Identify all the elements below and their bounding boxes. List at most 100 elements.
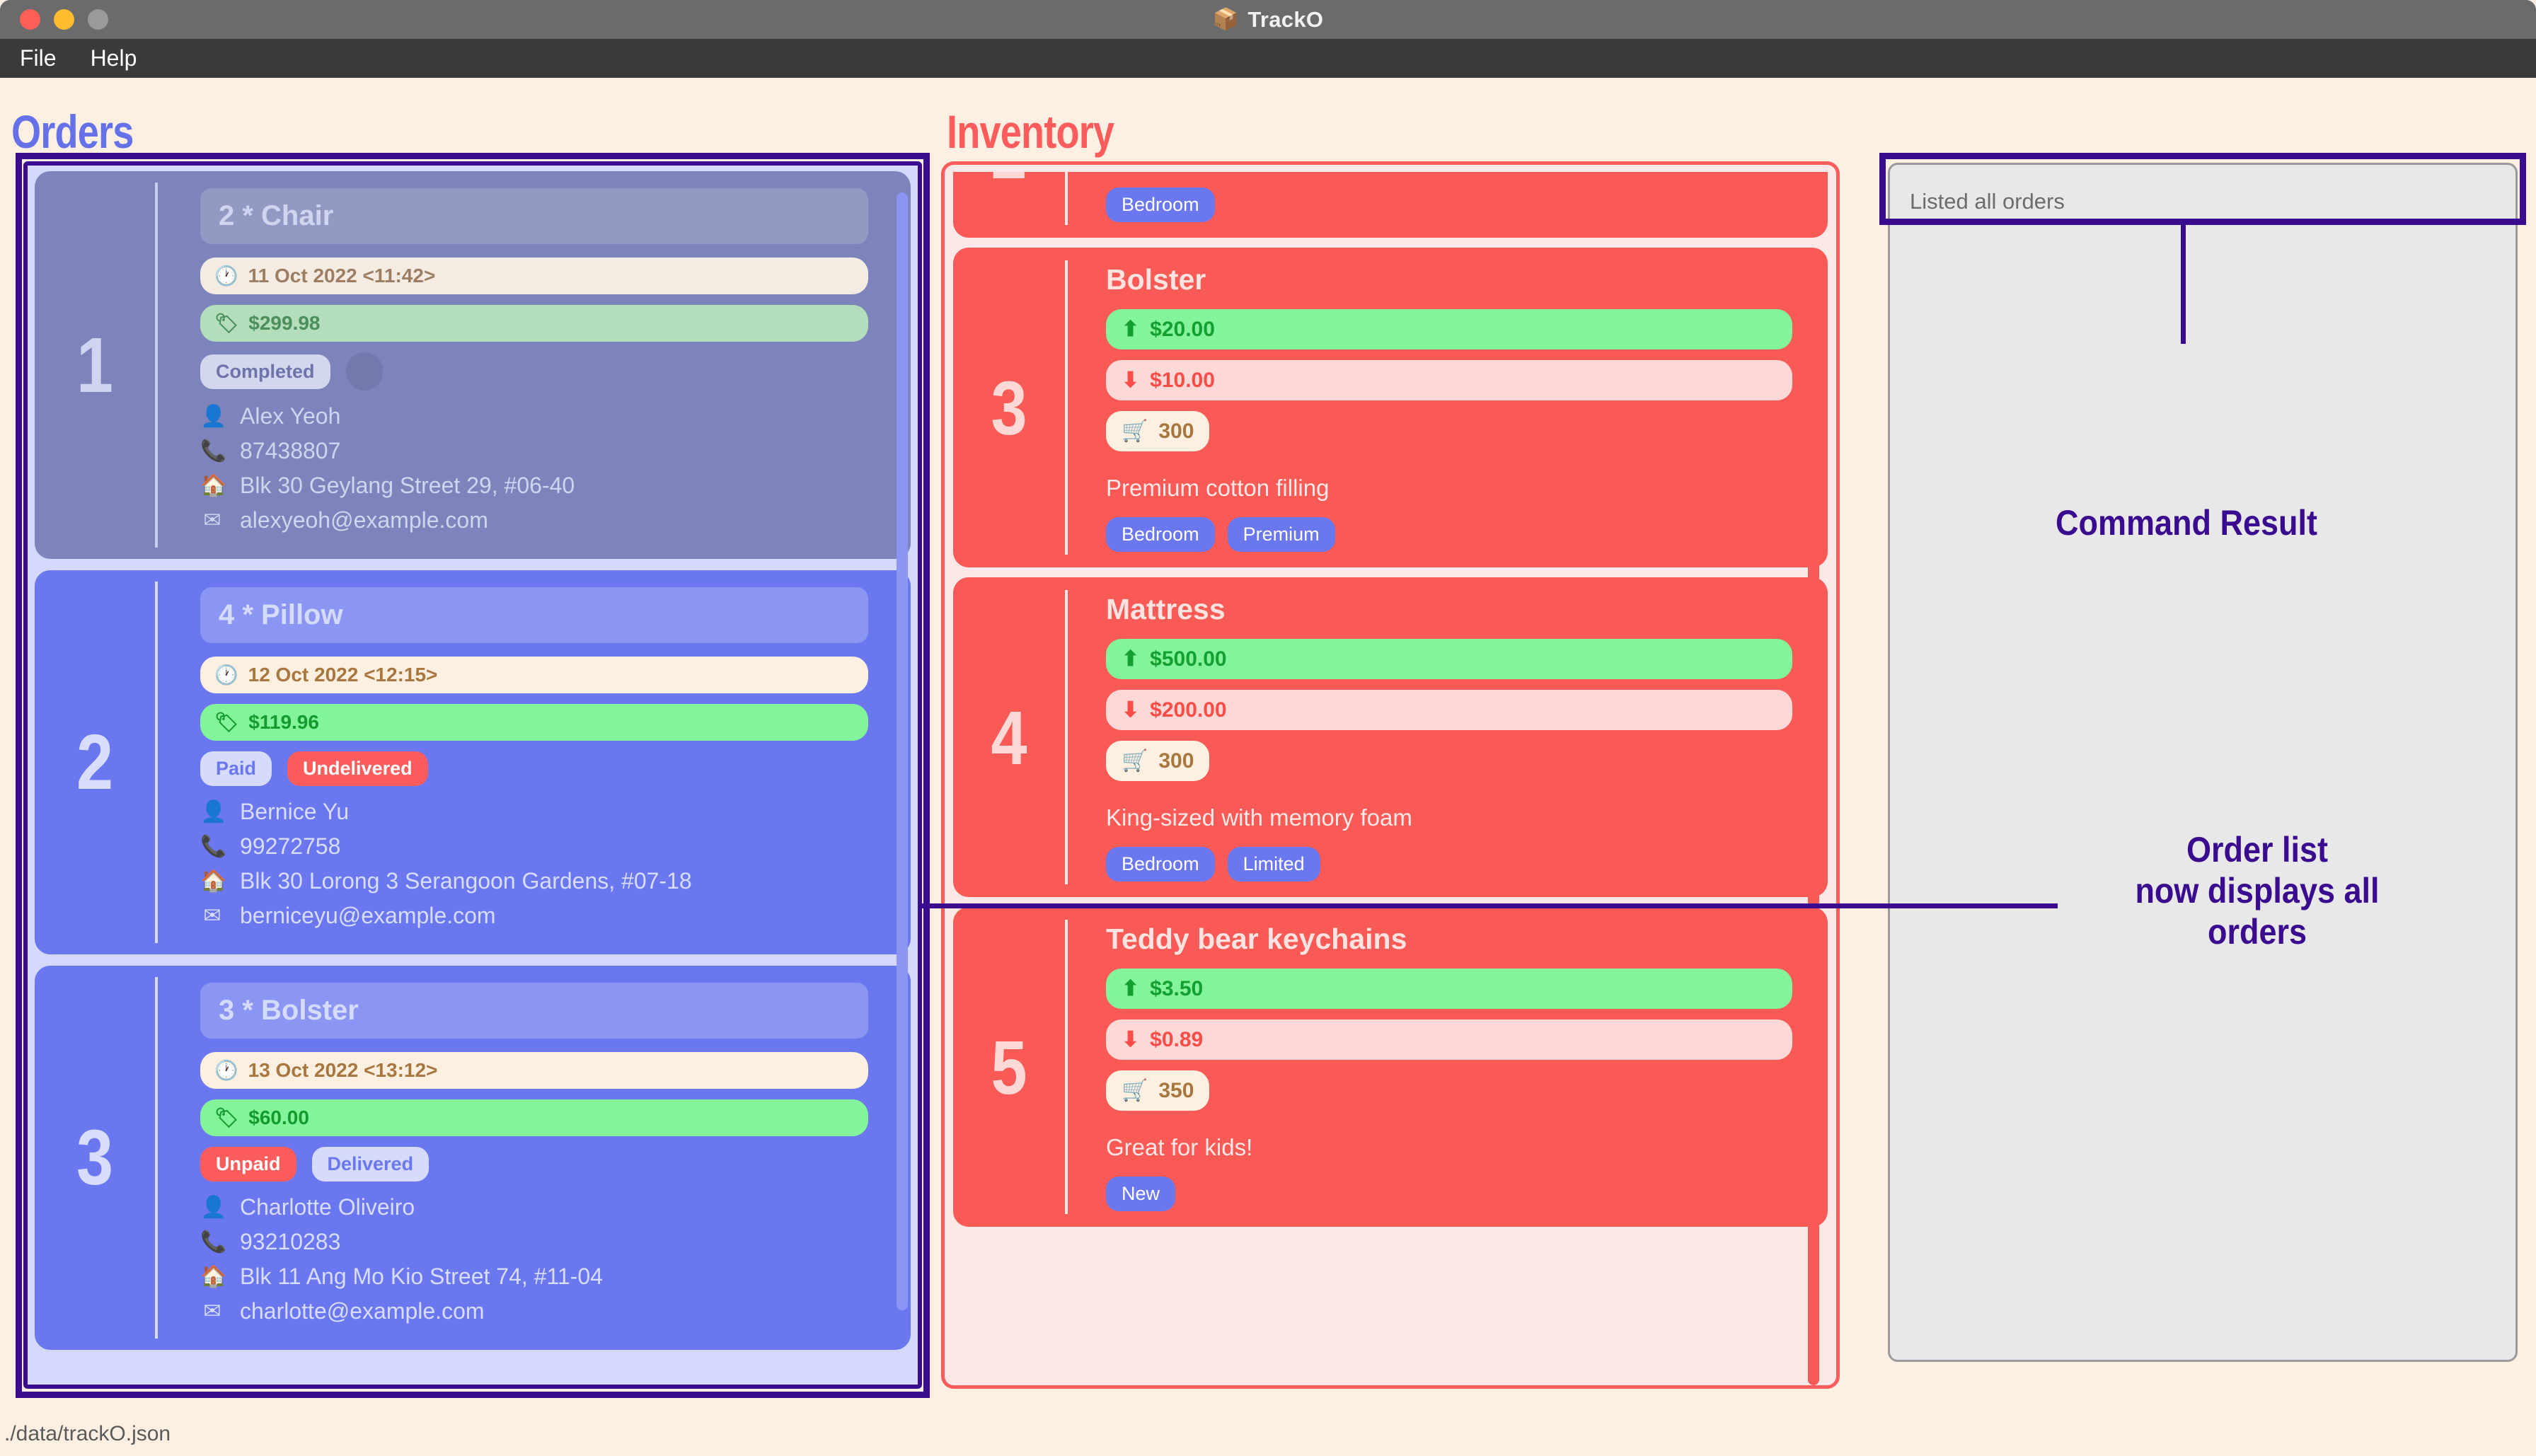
price-tag-icon: 🏷	[214, 711, 239, 733]
inventory-tag: Premium	[1227, 517, 1335, 552]
inventory-index: 3	[991, 364, 1027, 451]
inventory-quantity: 🛒 300	[1106, 411, 1210, 451]
title-bar: 📦 TrackO	[0, 0, 2536, 39]
person-icon: 👤	[200, 405, 227, 428]
order-date: 🕐 12 Oct 2022 <12:15>	[200, 657, 868, 693]
page-title-inventory: Inventory	[947, 105, 1114, 158]
order-phone: 📞 87438807	[200, 438, 341, 463]
inventory-item-name: Teddy bear keychains	[1106, 923, 1407, 955]
menu-item-file[interactable]: File	[20, 45, 57, 71]
page-title-orders: Orders	[11, 105, 134, 158]
inventory-body: Teddy bear keychains ⬆ $3.50 ⬇ $0.89 🛒 350 Grea…	[1065, 920, 1828, 1214]
inventory-card[interactable]: 4 Mattress ⬆ $500.00 ⬇ $200.00 🛒 300 King-sized …	[953, 577, 1828, 897]
inventory-description: Great for kids!	[1106, 1134, 1253, 1160]
order-badge: Unpaid	[200, 1147, 296, 1181]
window-title-text: TrackO	[1247, 6, 1324, 32]
inventory-card[interactable]: 2🛒300Ergonomic with recycled polystyrene…	[953, 172, 1828, 238]
order-index: 2	[76, 719, 114, 806]
price-tag-icon: 🏷	[214, 1107, 239, 1128]
email-icon: ✉	[203, 904, 221, 928]
inventory-body: 🛒300Ergonomic with recycled polystyrene …	[1065, 172, 1828, 225]
order-card[interactable]: 3 3 * Bolster 🕐 13 Oct 2022 <13:12> 🏷 $60.00 U…	[35, 966, 911, 1350]
clock-icon: 🕐	[214, 1059, 238, 1081]
inventory-cost-price: ⬇ $200.00	[1106, 690, 1792, 730]
down-arrow-icon: ⬇	[1122, 1028, 1140, 1051]
order-date: 🕐 13 Oct 2022 <13:12>	[200, 1052, 868, 1089]
window-controls[interactable]	[20, 9, 108, 30]
inventory-tag: Bedroom	[1106, 187, 1215, 222]
order-date-text: 12 Oct 2022 <12:15>	[248, 664, 438, 686]
price-tag-icon: 🏷	[214, 312, 239, 334]
phone-icon: 📞	[200, 1230, 227, 1254]
order-badge: Delivered	[311, 1147, 430, 1181]
minimize-button[interactable]	[54, 9, 74, 30]
inventory-item-name: Mattress	[1106, 593, 1226, 625]
inventory-index: 5	[991, 1024, 1027, 1110]
down-arrow-icon: ⬇	[1122, 369, 1140, 392]
order-body: 3 * Bolster 🕐 13 Oct 2022 <13:12> 🏷 $60.00 Un…	[155, 977, 911, 1339]
inventory-tags: New	[1106, 1177, 1792, 1211]
order-body: 4 * Pillow 🕐 12 Oct 2022 <12:15> 🏷 $119.96 Pa…	[155, 582, 911, 943]
inventory-index: 4	[991, 694, 1027, 780]
orders-scrollbar-thumb[interactable]	[897, 192, 908, 1310]
order-price-text: $119.96	[248, 711, 319, 733]
menu-item-help[interactable]: Help	[91, 45, 137, 71]
order-address: 🏠 Blk 30 Geylang Street 29, #06-40	[200, 473, 575, 498]
order-price: 🏷 $119.96	[200, 704, 868, 741]
order-price: 🏷 $60.00	[200, 1099, 868, 1136]
status-file-path: ./data/trackO.json	[4, 1422, 171, 1445]
order-customer: 👤 Bernice Yu	[200, 799, 350, 824]
order-badge: Undelivered	[287, 751, 428, 786]
zoom-button[interactable]	[88, 9, 108, 30]
order-price: 🏷 $299.98	[200, 305, 868, 342]
orders-scrollbar[interactable]	[897, 180, 908, 1366]
menu-bar: File Help	[0, 39, 2536, 78]
inventory-body: Bolster ⬆ $20.00 ⬇ $10.00 🛒 300 Premium cotton …	[1065, 260, 1828, 555]
inventory-sell-price: ⬆ $3.50	[1106, 969, 1792, 1009]
home-icon: 🏠	[200, 474, 227, 497]
inventory-body: Mattress ⬆ $500.00 ⬇ $200.00 🛒 300 King-sized w…	[1065, 590, 1828, 884]
order-status-badges: Paid Undelivered	[200, 751, 868, 786]
window-title: 📦 TrackO	[0, 0, 2536, 39]
order-price-text: $60.00	[248, 1107, 309, 1128]
order-date: 🕐 11 Oct 2022 <11:42>	[200, 258, 868, 294]
order-card[interactable]: 2 4 * Pillow 🕐 12 Oct 2022 <12:15> 🏷 $119.96 P…	[35, 570, 911, 954]
inventory-scrollbar-thumb[interactable]	[1808, 515, 1819, 1385]
order-address: 🏠 Blk 30 Lorong 3 Serangoon Gardens, #07-…	[200, 868, 692, 894]
home-icon: 🏠	[200, 1265, 227, 1288]
inventory-quantity: 🛒 350	[1106, 1070, 1210, 1111]
order-item-name: 2 * Chair	[200, 188, 868, 244]
inventory-index: 2	[962, 172, 1056, 225]
order-email: ✉ berniceyu@example.com	[200, 903, 868, 929]
person-icon: 👤	[200, 800, 227, 824]
inventory-card[interactable]: 3 Bolster ⬆ $20.00 ⬇ $10.00 🛒 300 Premium cotton…	[953, 248, 1828, 567]
order-item-name: 4 * Pillow	[200, 587, 868, 643]
inventory-tag: New	[1106, 1177, 1176, 1211]
inventory-list[interactable]: 2🛒300Ergonomic with recycled polystyrene…	[953, 172, 1828, 1378]
inventory-cost-price: ⬇ $0.89	[1106, 1019, 1792, 1060]
inventory-tag: Limited	[1227, 847, 1320, 882]
order-index: 3	[76, 1114, 114, 1201]
order-item-name: 3 * Bolster	[200, 983, 868, 1039]
inventory-scrollbar[interactable]	[1808, 179, 1819, 1385]
order-card[interactable]: 1 2 * Chair 🕐 11 Oct 2022 <11:42> 🏷 $299.98 Co…	[35, 171, 911, 559]
orders-list[interactable]: 1 2 * Chair 🕐 11 Oct 2022 <11:42> 🏷 $299.98 Co…	[35, 171, 911, 1379]
order-date-text: 11 Oct 2022 <11:42>	[248, 265, 436, 287]
inventory-tags: Bedroom Limited	[1106, 847, 1792, 882]
inventory-panel: 2🛒300Ergonomic with recycled polystyrene…	[941, 161, 1840, 1389]
inventory-quantity: 🛒 300	[1106, 741, 1210, 781]
close-button[interactable]	[20, 9, 40, 30]
order-index: 1	[76, 321, 114, 409]
inventory-card[interactable]: 5 Teddy bear keychains ⬆ $3.50 ⬇ $0.89 🛒 350 Gre…	[953, 907, 1828, 1227]
orders-panel: 1 2 * Chair 🕐 11 Oct 2022 <11:42> 🏷 $299.98 Co…	[23, 161, 922, 1389]
inventory-cost-price: ⬇ $10.00	[1106, 360, 1792, 400]
cart-icon: 🛒	[1122, 1079, 1148, 1102]
phone-icon: 📞	[200, 439, 227, 463]
order-customer: 👤 Charlotte Oliveiro	[200, 1194, 415, 1220]
status-bar: ./data/trackO.json	[0, 1412, 2536, 1456]
person-icon: 👤	[200, 1196, 227, 1219]
inventory-tags: Bedroom Premium	[1106, 517, 1792, 552]
up-arrow-icon: ⬆	[1122, 977, 1140, 1000]
order-status-badges: Unpaid Delivered	[200, 1147, 868, 1181]
inventory-tag: Bedroom	[1106, 847, 1215, 882]
